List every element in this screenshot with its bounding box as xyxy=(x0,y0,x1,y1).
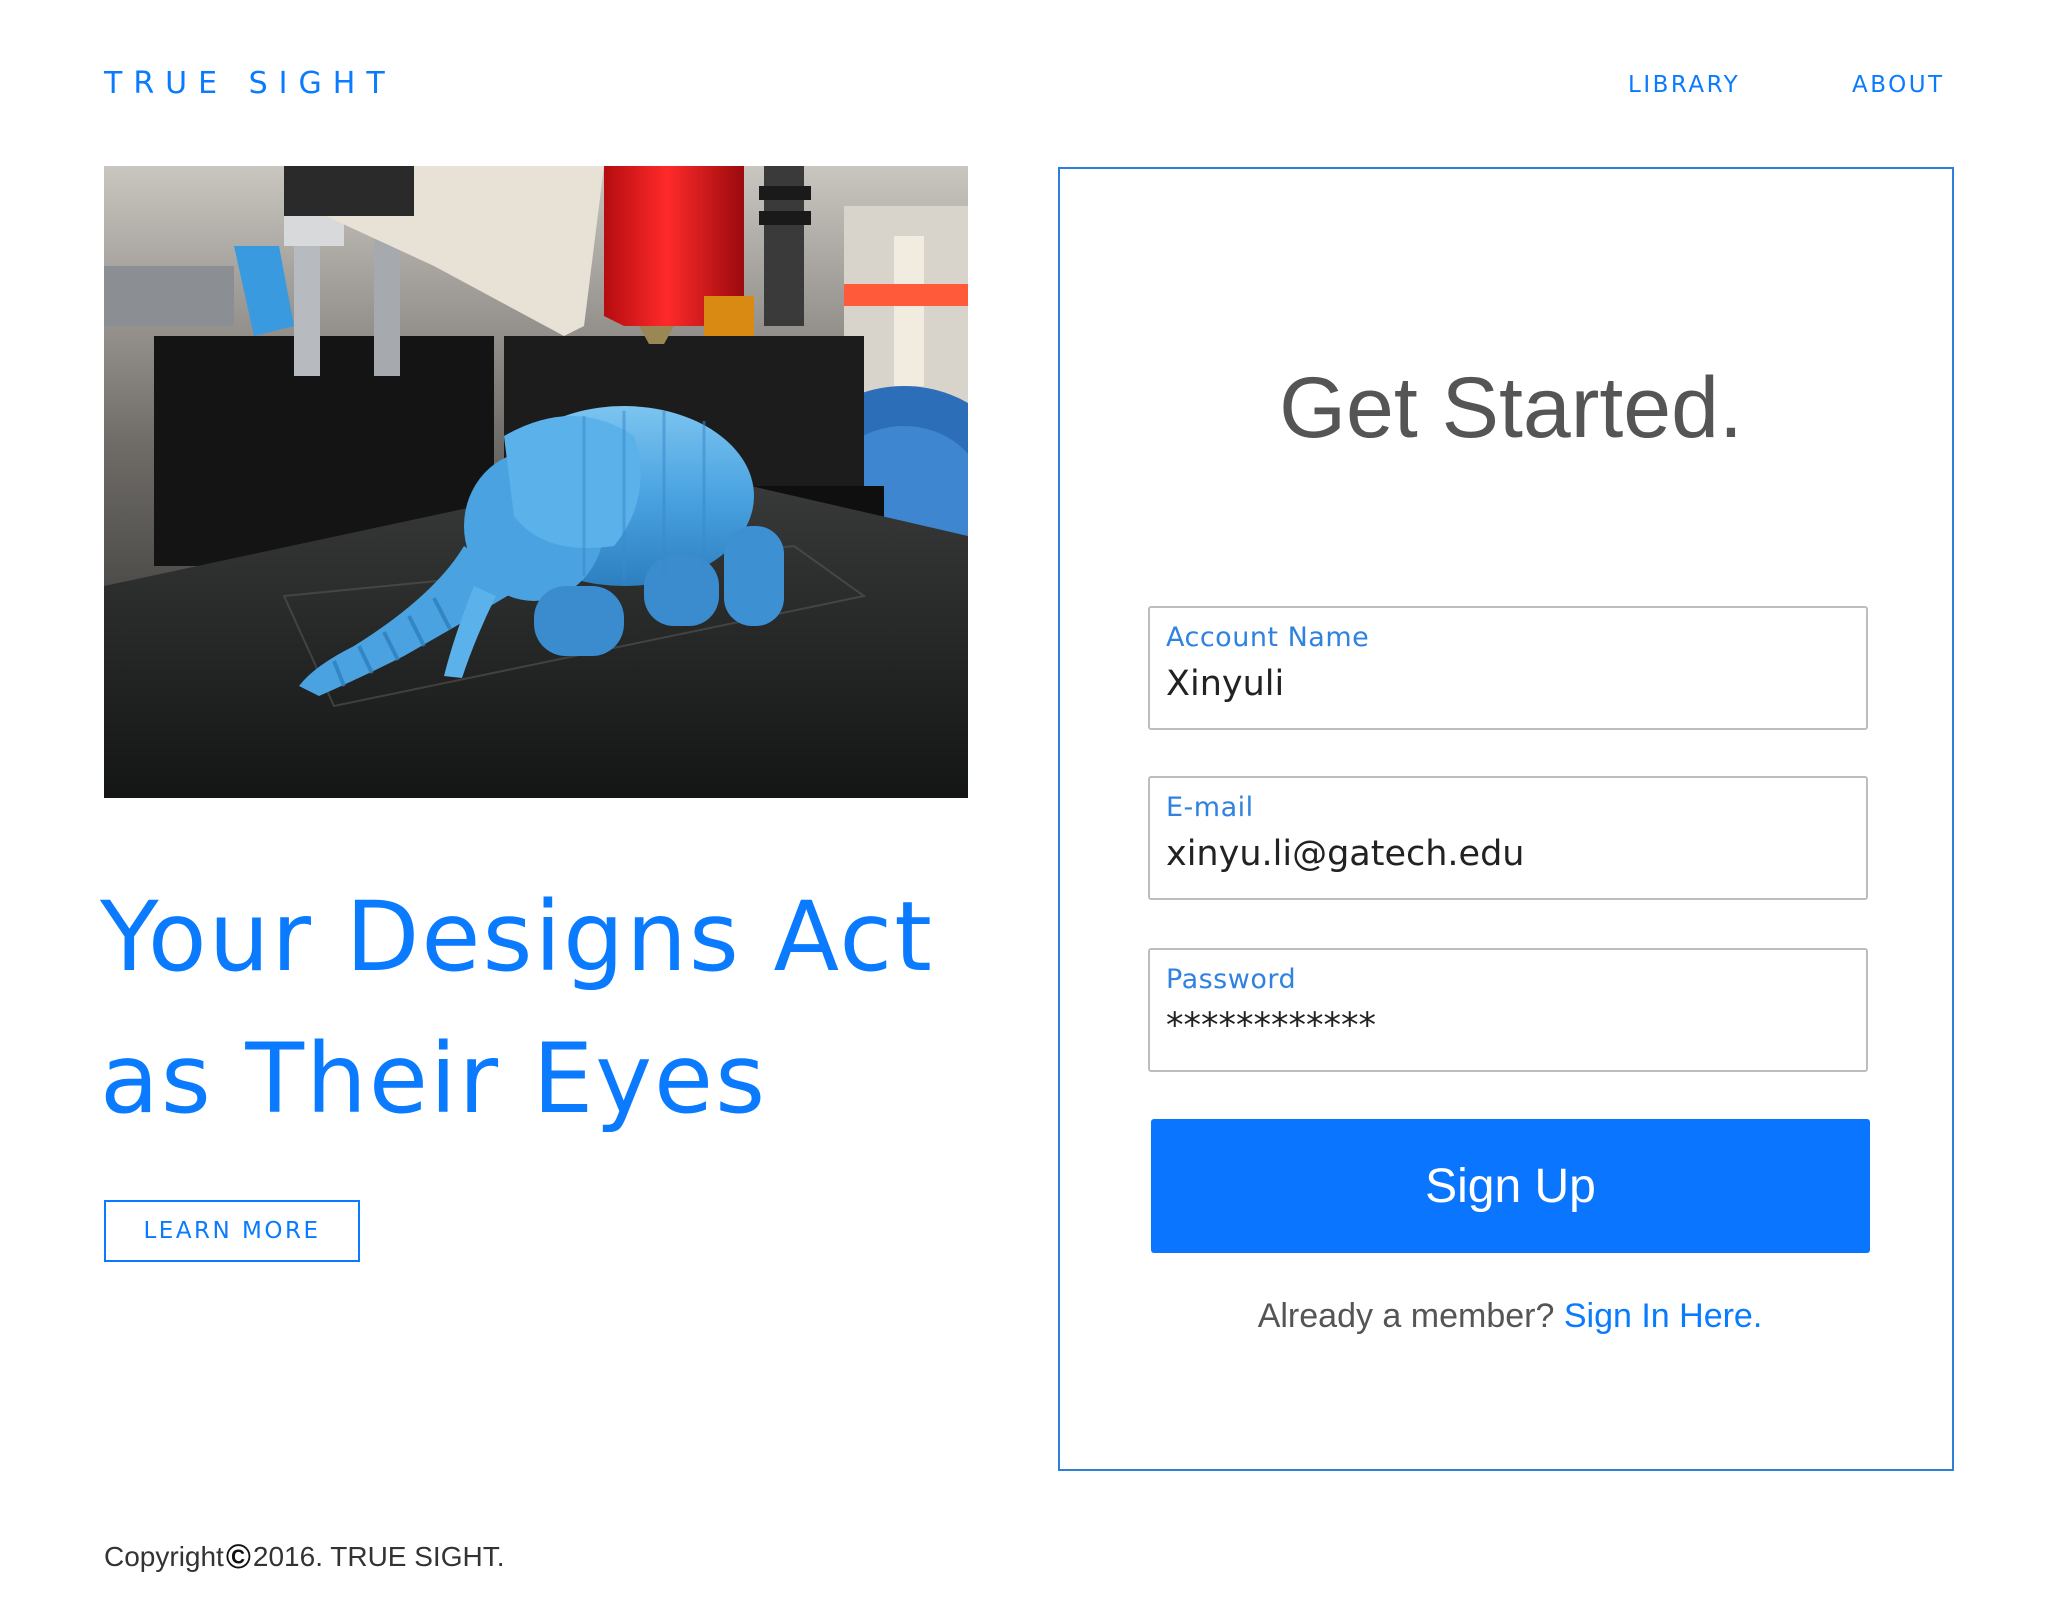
copyright-icon: © xyxy=(225,1538,251,1576)
hero-photo xyxy=(104,166,968,798)
signin-prompt: Already a member? Sign In Here. xyxy=(1060,1297,1952,1336)
email-field[interactable]: E-mail xyxy=(1148,776,1868,900)
copyright-suffix: 2016. TRUE SIGHT. xyxy=(252,1541,505,1572)
brand-logo[interactable]: TRUE SIGHT xyxy=(104,66,396,101)
signup-card: Get Started. Account Name E-mail Passwor… xyxy=(1058,167,1954,1471)
password-label: Password xyxy=(1166,964,1297,995)
hero-headline-line-1: Your Designs Act xyxy=(100,881,934,993)
email-label: E-mail xyxy=(1166,792,1254,823)
signup-title: Get Started. xyxy=(1279,360,1743,456)
sign-in-link[interactable]: Sign In Here. xyxy=(1564,1297,1762,1335)
hero-headline: Your Designs Act as Their Eyes xyxy=(100,866,1000,1150)
account-name-input[interactable] xyxy=(1166,664,1846,704)
nav-library-link[interactable]: LIBRARY xyxy=(1628,72,1740,98)
nav-about-link[interactable]: ABOUT xyxy=(1852,72,1945,98)
copyright-prefix: Copyright xyxy=(104,1541,224,1572)
footer-copyright: Copyright©2016. TRUE SIGHT. xyxy=(104,1538,504,1577)
sign-up-button[interactable]: Sign Up xyxy=(1151,1119,1870,1253)
password-input[interactable] xyxy=(1166,1006,1846,1046)
account-name-label: Account Name xyxy=(1166,622,1370,653)
email-input[interactable] xyxy=(1166,834,1846,874)
password-field[interactable]: Password xyxy=(1148,948,1868,1072)
learn-more-button[interactable]: LEARN MORE xyxy=(104,1200,360,1262)
member-prompt-text: Already a member? xyxy=(1257,1297,1555,1335)
account-name-field[interactable]: Account Name xyxy=(1148,606,1868,730)
hero-headline-line-2: as Their Eyes xyxy=(100,1023,768,1135)
